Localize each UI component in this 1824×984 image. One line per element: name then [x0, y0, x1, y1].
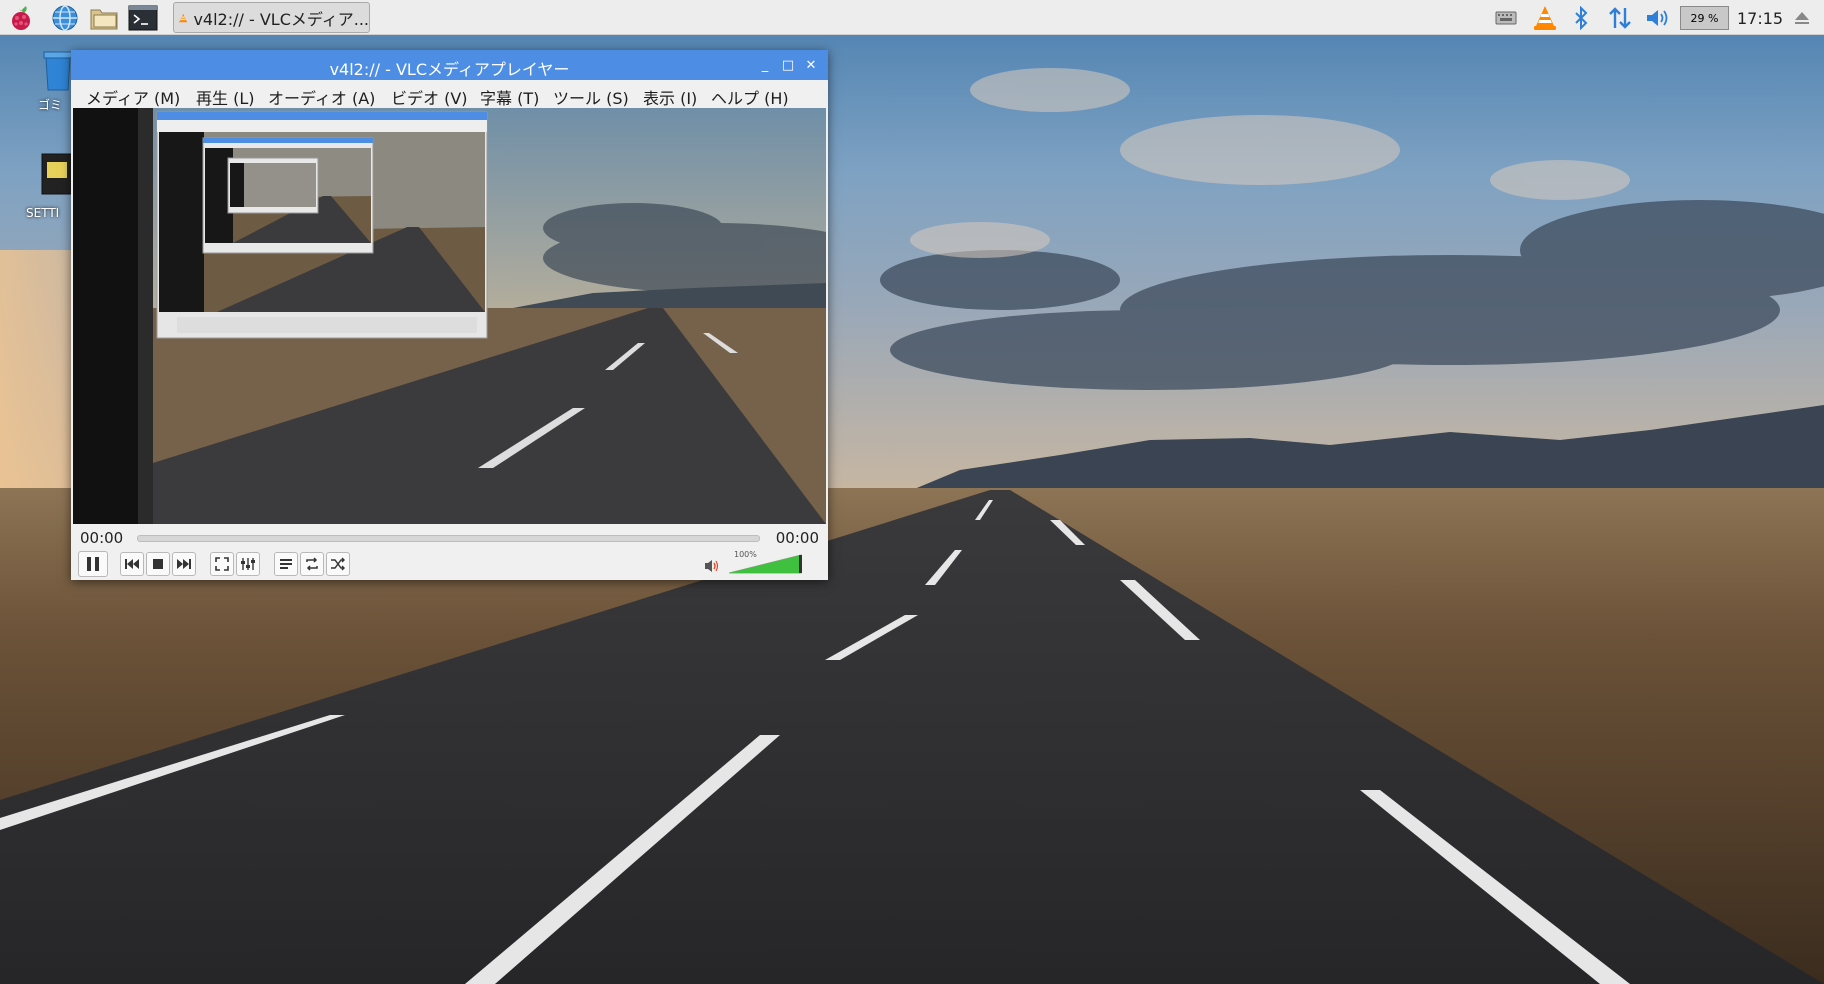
- minimize-button[interactable]: _: [754, 54, 776, 76]
- stop-icon: [153, 559, 163, 569]
- menu-media[interactable]: メディア (M): [86, 85, 180, 109]
- previous-icon: [125, 559, 139, 569]
- volume-icon: [1647, 10, 1668, 26]
- raspberry-menu-button[interactable]: [6, 3, 36, 33]
- close-icon: ✕: [805, 57, 817, 73]
- loop-icon: [306, 557, 318, 571]
- playlist-icon: [280, 559, 292, 569]
- mute-button[interactable]: [704, 558, 720, 574]
- eject-tray-button[interactable]: [1790, 5, 1814, 31]
- vlc-tray-icon: [1534, 6, 1556, 30]
- bluetooth-tray-button[interactable]: [1568, 5, 1594, 31]
- menu-subtitle[interactable]: 字幕 (T): [480, 85, 539, 109]
- time-row: 00:00 00:00: [71, 524, 828, 550]
- cpu-usage-text: 29 %: [1690, 11, 1719, 25]
- desktop-icon-sd[interactable]: [40, 152, 74, 196]
- terminal-button[interactable]: [128, 3, 158, 33]
- keyboard-icon: [1495, 11, 1517, 25]
- menu-view[interactable]: 表示 (I): [643, 85, 697, 109]
- shuffle-icon: [331, 557, 345, 571]
- volume-percent-label: 100%: [734, 550, 757, 559]
- next-icon: [177, 559, 191, 569]
- fullscreen-icon: [215, 557, 229, 571]
- sd-card-icon: [41, 153, 73, 195]
- seek-slider[interactable]: [137, 535, 760, 542]
- shuffle-button[interactable]: [326, 552, 350, 576]
- file-manager-button[interactable]: [89, 3, 119, 33]
- fullscreen-button[interactable]: [210, 552, 234, 576]
- maximize-icon: □: [781, 57, 795, 73]
- vlc-cone-icon: [179, 13, 188, 22]
- raspberry-menu-icon: [12, 6, 30, 30]
- menu-tools[interactable]: ツール (S): [553, 85, 629, 109]
- extended-settings-icon: [241, 558, 255, 570]
- desktop-icon-trash-label: ゴミ: [38, 98, 63, 112]
- volume-tray-button[interactable]: [1643, 5, 1673, 31]
- file-manager-icon: [90, 9, 118, 30]
- cpu-monitor[interactable]: 29 %: [1680, 6, 1729, 30]
- menu-video[interactable]: ビデオ (V): [391, 85, 468, 109]
- network-icon: [1609, 7, 1631, 29]
- web-browser-button[interactable]: [50, 3, 80, 33]
- close-button[interactable]: ✕: [800, 54, 822, 76]
- pause-icon: [87, 557, 99, 571]
- vlc-window: v4l2:// - VLCメディアプレイヤー _ □ ✕ メディア (M) 再生…: [71, 50, 828, 580]
- maximize-button[interactable]: □: [777, 54, 799, 76]
- bluetooth-icon: [1575, 6, 1588, 30]
- playlist-button[interactable]: [274, 552, 298, 576]
- taskbar: v4l2:// - VLCメディア... 29 % 17:15: [0, 0, 1824, 35]
- extended-settings-button[interactable]: [236, 552, 260, 576]
- menu-help[interactable]: ヘルプ (H): [711, 85, 789, 109]
- terminal-icon: [128, 5, 158, 31]
- vlc-titlebar[interactable]: v4l2:// - VLCメディアプレイヤー _ □ ✕: [71, 50, 828, 80]
- video-display[interactable]: [73, 108, 826, 524]
- vlc-window-title: v4l2:// - VLCメディアプレイヤー: [329, 60, 570, 79]
- next-button[interactable]: [172, 552, 196, 576]
- total-time[interactable]: 00:00: [776, 529, 819, 547]
- minimize-icon: _: [761, 57, 769, 73]
- video-frame: [73, 108, 826, 524]
- vlc-menubar: メディア (M) 再生 (L) オーディオ (A) ビデオ (V) 字幕 (T)…: [71, 80, 828, 108]
- taskbar-task-vlc[interactable]: v4l2:// - VLCメディア...: [173, 2, 370, 33]
- network-tray-button[interactable]: [1605, 5, 1635, 31]
- eject-icon: [1795, 12, 1809, 24]
- web-browser-icon: [52, 5, 78, 31]
- keyboard-tray-button[interactable]: [1492, 5, 1520, 31]
- playback-controls: 100%: [71, 550, 828, 580]
- elapsed-time[interactable]: 00:00: [80, 529, 123, 547]
- stop-button[interactable]: [146, 552, 170, 576]
- menu-playback[interactable]: 再生 (L): [196, 85, 255, 109]
- clock[interactable]: 17:15: [1737, 9, 1783, 28]
- vlc-tray-button[interactable]: [1530, 5, 1560, 31]
- pause-button[interactable]: [78, 551, 108, 577]
- taskbar-task-label: v4l2:// - VLCメディア...: [193, 9, 369, 29]
- desktop-icon-sd-label: SETTI: [26, 206, 60, 220]
- menu-audio[interactable]: オーディオ (A): [268, 85, 375, 109]
- previous-button[interactable]: [120, 552, 144, 576]
- loop-button[interactable]: [300, 552, 324, 576]
- speaker-icon: [705, 560, 719, 572]
